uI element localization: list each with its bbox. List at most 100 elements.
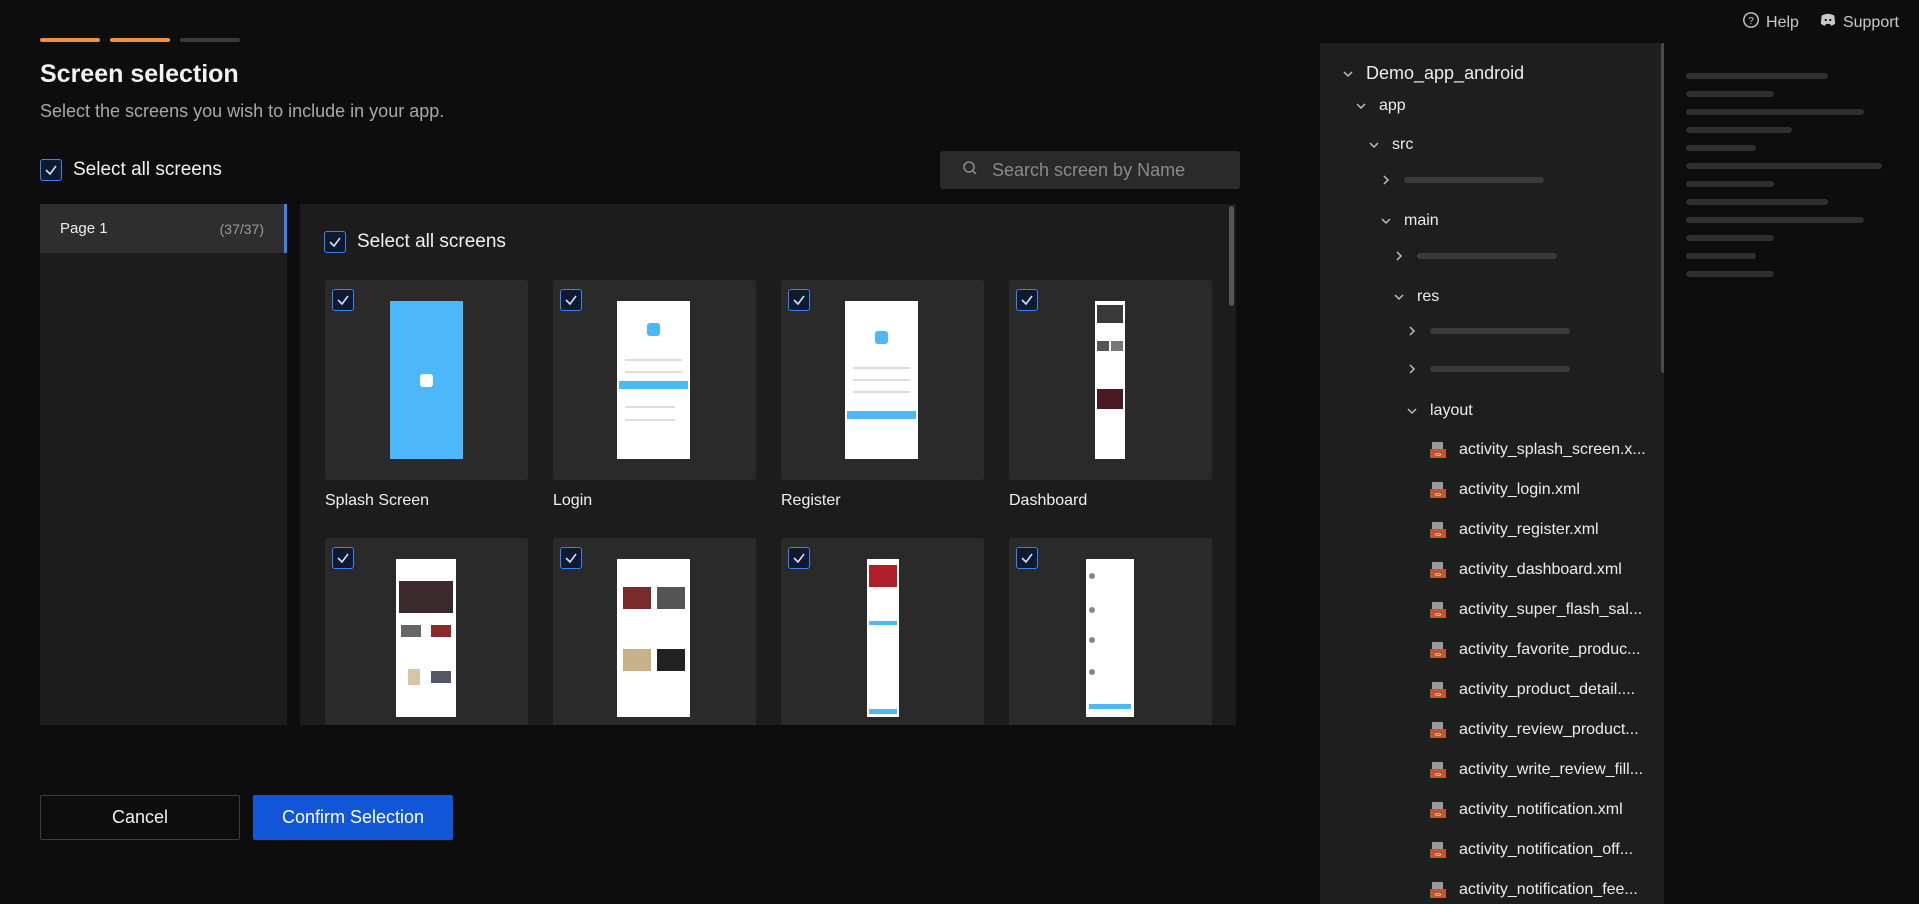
xml-file-icon: <>	[1429, 561, 1447, 579]
tree-file-item[interactable]: <> activity_review_product...	[1429, 721, 1639, 739]
tree-file-label: activity_notification.xml	[1459, 801, 1623, 818]
xml-file-icon: <>	[1429, 441, 1447, 459]
tree-file-item[interactable]: <> activity_notification.xml	[1429, 801, 1623, 819]
chevron-right-icon	[1406, 325, 1418, 337]
svg-text:<>: <>	[1434, 532, 1442, 539]
screen-checkbox[interactable]	[560, 289, 582, 311]
discord-icon	[1819, 11, 1837, 34]
screen-card-login[interactable]	[553, 280, 756, 480]
screen-thumbnail	[1086, 559, 1134, 717]
tree-file-item[interactable]: <> activity_dashboard.xml	[1429, 561, 1622, 579]
grid-scrollbar[interactable]	[1229, 206, 1234, 306]
svg-text:<>: <>	[1434, 572, 1442, 579]
screen-checkbox[interactable]	[1016, 289, 1038, 311]
tree-root-label: Demo_app_android	[1366, 63, 1525, 83]
help-link[interactable]: ? Help	[1742, 11, 1799, 34]
screen-card-splash[interactable]	[325, 280, 528, 480]
skeleton-line	[1686, 253, 1756, 259]
progress-step-2	[110, 38, 170, 42]
svg-text:<>: <>	[1434, 612, 1442, 619]
tree-scrollbar[interactable]	[1661, 43, 1664, 373]
tree-file-item[interactable]: <> activity_notification_off...	[1429, 841, 1633, 859]
xml-file-icon: <>	[1429, 881, 1447, 899]
screen-card[interactable]	[1009, 538, 1212, 725]
tree-file-label: activity_login.xml	[1459, 481, 1580, 498]
skeleton-line	[1686, 181, 1774, 187]
svg-text:<>: <>	[1434, 492, 1442, 499]
xml-file-icon: <>	[1429, 521, 1447, 539]
xml-file-icon: <>	[1429, 641, 1447, 659]
tree-file-item[interactable]: <> activity_write_review_fill...	[1429, 761, 1643, 779]
search-input[interactable]: Search screen by Name	[940, 151, 1240, 189]
skeleton-line	[1686, 163, 1882, 169]
tree-file-label: activity_product_detail....	[1459, 681, 1636, 698]
xml-file-icon: <>	[1429, 721, 1447, 739]
screen-checkbox[interactable]	[788, 547, 810, 569]
tree-file-label: activity_write_review_fill...	[1459, 761, 1644, 778]
chevron-down-icon	[1342, 68, 1354, 80]
tree-item-label: app	[1379, 97, 1406, 114]
grid-select-all[interactable]: Select all screens	[324, 231, 506, 253]
screen-thumbnail	[845, 301, 918, 459]
tree-file-item[interactable]: <> activity_favorite_produc...	[1429, 641, 1640, 659]
skeleton-line	[1686, 145, 1756, 151]
screen-checkbox[interactable]	[332, 547, 354, 569]
screen-checkbox[interactable]	[332, 289, 354, 311]
screen-thumbnail	[867, 559, 899, 717]
select-all-screens[interactable]: Select all screens	[40, 159, 222, 181]
help-label: Help	[1766, 13, 1799, 31]
tree-item-src[interactable]: src	[1368, 136, 1413, 154]
tree-file-label: activity_favorite_produc...	[1459, 641, 1641, 658]
confirm-selection-button[interactable]: Confirm Selection	[253, 795, 453, 840]
screen-label: Dashboard	[1009, 492, 1088, 509]
tree-file-label: activity_register.xml	[1459, 521, 1599, 538]
tree-file-item[interactable]: <> activity_super_flash_sal...	[1429, 601, 1642, 619]
support-label: Support	[1842, 13, 1899, 31]
screen-checkbox[interactable]	[788, 289, 810, 311]
tree-item-main[interactable]: main	[1380, 212, 1439, 230]
tree-root[interactable]: Demo_app_android	[1342, 63, 1524, 84]
screen-card[interactable]	[325, 538, 528, 725]
svg-text:?: ?	[1748, 16, 1754, 27]
tree-item-label: src	[1392, 136, 1414, 153]
tree-file-label: activity_notification_off...	[1459, 841, 1634, 858]
tree-file-item[interactable]: <> activity_product_detail....	[1429, 681, 1635, 699]
screen-thumbnail	[390, 301, 463, 459]
screen-thumbnail	[617, 559, 690, 717]
grid-select-all-checkbox[interactable]	[324, 231, 346, 253]
skeleton-line	[1686, 235, 1774, 241]
tree-item-placeholder	[1430, 328, 1570, 334]
tree-file-label: activity_splash_screen.x...	[1459, 441, 1646, 458]
tree-file-item[interactable]: <> activity_notification_fee...	[1429, 881, 1638, 899]
project-tree: Demo_app_android app src main res layout…	[1320, 43, 1664, 904]
page-subtitle: Select the screens you wish to include i…	[40, 101, 445, 121]
chevron-right-icon	[1393, 250, 1405, 262]
chevron-down-icon	[1380, 215, 1392, 227]
tree-file-item[interactable]: <> activity_login.xml	[1429, 481, 1580, 499]
tree-file-item[interactable]: <> activity_splash_screen.x...	[1429, 441, 1646, 459]
xml-file-icon: <>	[1429, 601, 1447, 619]
tree-file-item[interactable]: <> activity_register.xml	[1429, 521, 1599, 539]
tree-item-collapsed[interactable]	[1393, 250, 1557, 262]
tree-item-layout[interactable]: layout	[1406, 402, 1473, 420]
cancel-button[interactable]: Cancel	[40, 795, 240, 840]
select-all-checkbox[interactable]	[40, 159, 62, 181]
screen-card[interactable]	[553, 538, 756, 725]
chevron-down-icon	[1355, 100, 1367, 112]
xml-file-icon: <>	[1429, 681, 1447, 699]
tree-item-app[interactable]: app	[1355, 97, 1406, 115]
screen-card-dashboard[interactable]	[1009, 280, 1212, 480]
screen-checkbox[interactable]	[560, 547, 582, 569]
skeleton-line	[1686, 127, 1792, 133]
screen-card[interactable]	[781, 538, 984, 725]
tree-item-placeholder	[1404, 177, 1544, 183]
tree-item-collapsed[interactable]	[1380, 174, 1544, 186]
screen-card-register[interactable]	[781, 280, 984, 480]
tree-item-collapsed[interactable]	[1406, 325, 1570, 337]
page-item[interactable]: Page 1 (37/37)	[40, 204, 287, 253]
support-link[interactable]: Support	[1819, 11, 1899, 34]
tree-file-label: activity_review_product...	[1459, 721, 1639, 738]
tree-item-res[interactable]: res	[1393, 288, 1439, 306]
tree-item-collapsed[interactable]	[1406, 363, 1570, 375]
screen-checkbox[interactable]	[1016, 547, 1038, 569]
